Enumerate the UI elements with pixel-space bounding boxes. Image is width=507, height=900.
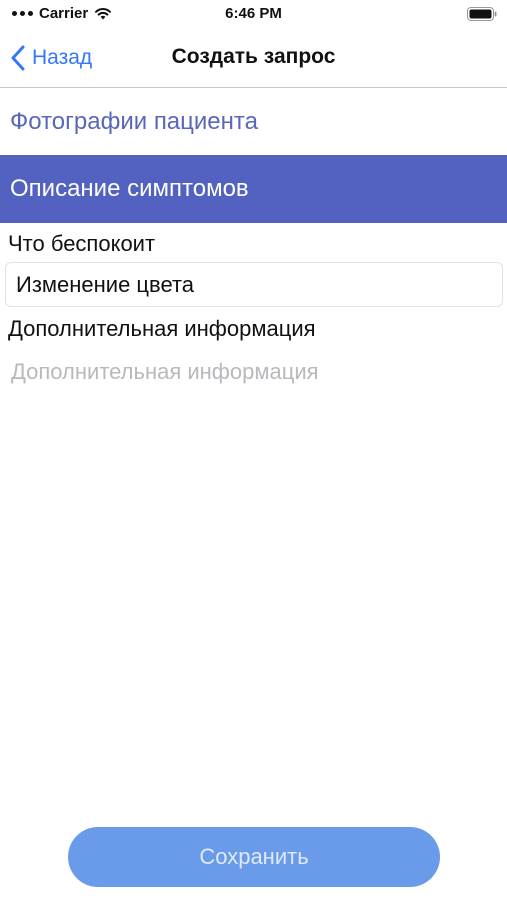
screen: Carrier 6:46 PM Назад Создать запрос Фот…: [0, 0, 507, 900]
status-bar: Carrier 6:46 PM: [0, 0, 507, 30]
section-symptom-description[interactable]: Описание симптомов: [0, 155, 507, 223]
status-time: 6:46 PM: [225, 5, 282, 22]
page-title: Создать запрос: [171, 45, 336, 68]
battery-icon: [467, 7, 497, 21]
concern-label: Что беспокоит: [8, 231, 156, 256]
save-button[interactable]: Сохранить: [68, 827, 440, 887]
navigation-bar: Назад Создать запрос: [0, 30, 507, 88]
additional-info-label: Дополнительная информация: [8, 316, 316, 341]
concern-field[interactable]: Изменение цвета: [5, 262, 503, 307]
section-patient-photos[interactable]: Фотографии пациента: [0, 88, 507, 155]
section-patient-photos-label: Фотографии пациента: [10, 107, 258, 135]
additional-info-input[interactable]: [5, 352, 503, 392]
section-symptom-description-label: Описание симптомов: [10, 175, 249, 202]
